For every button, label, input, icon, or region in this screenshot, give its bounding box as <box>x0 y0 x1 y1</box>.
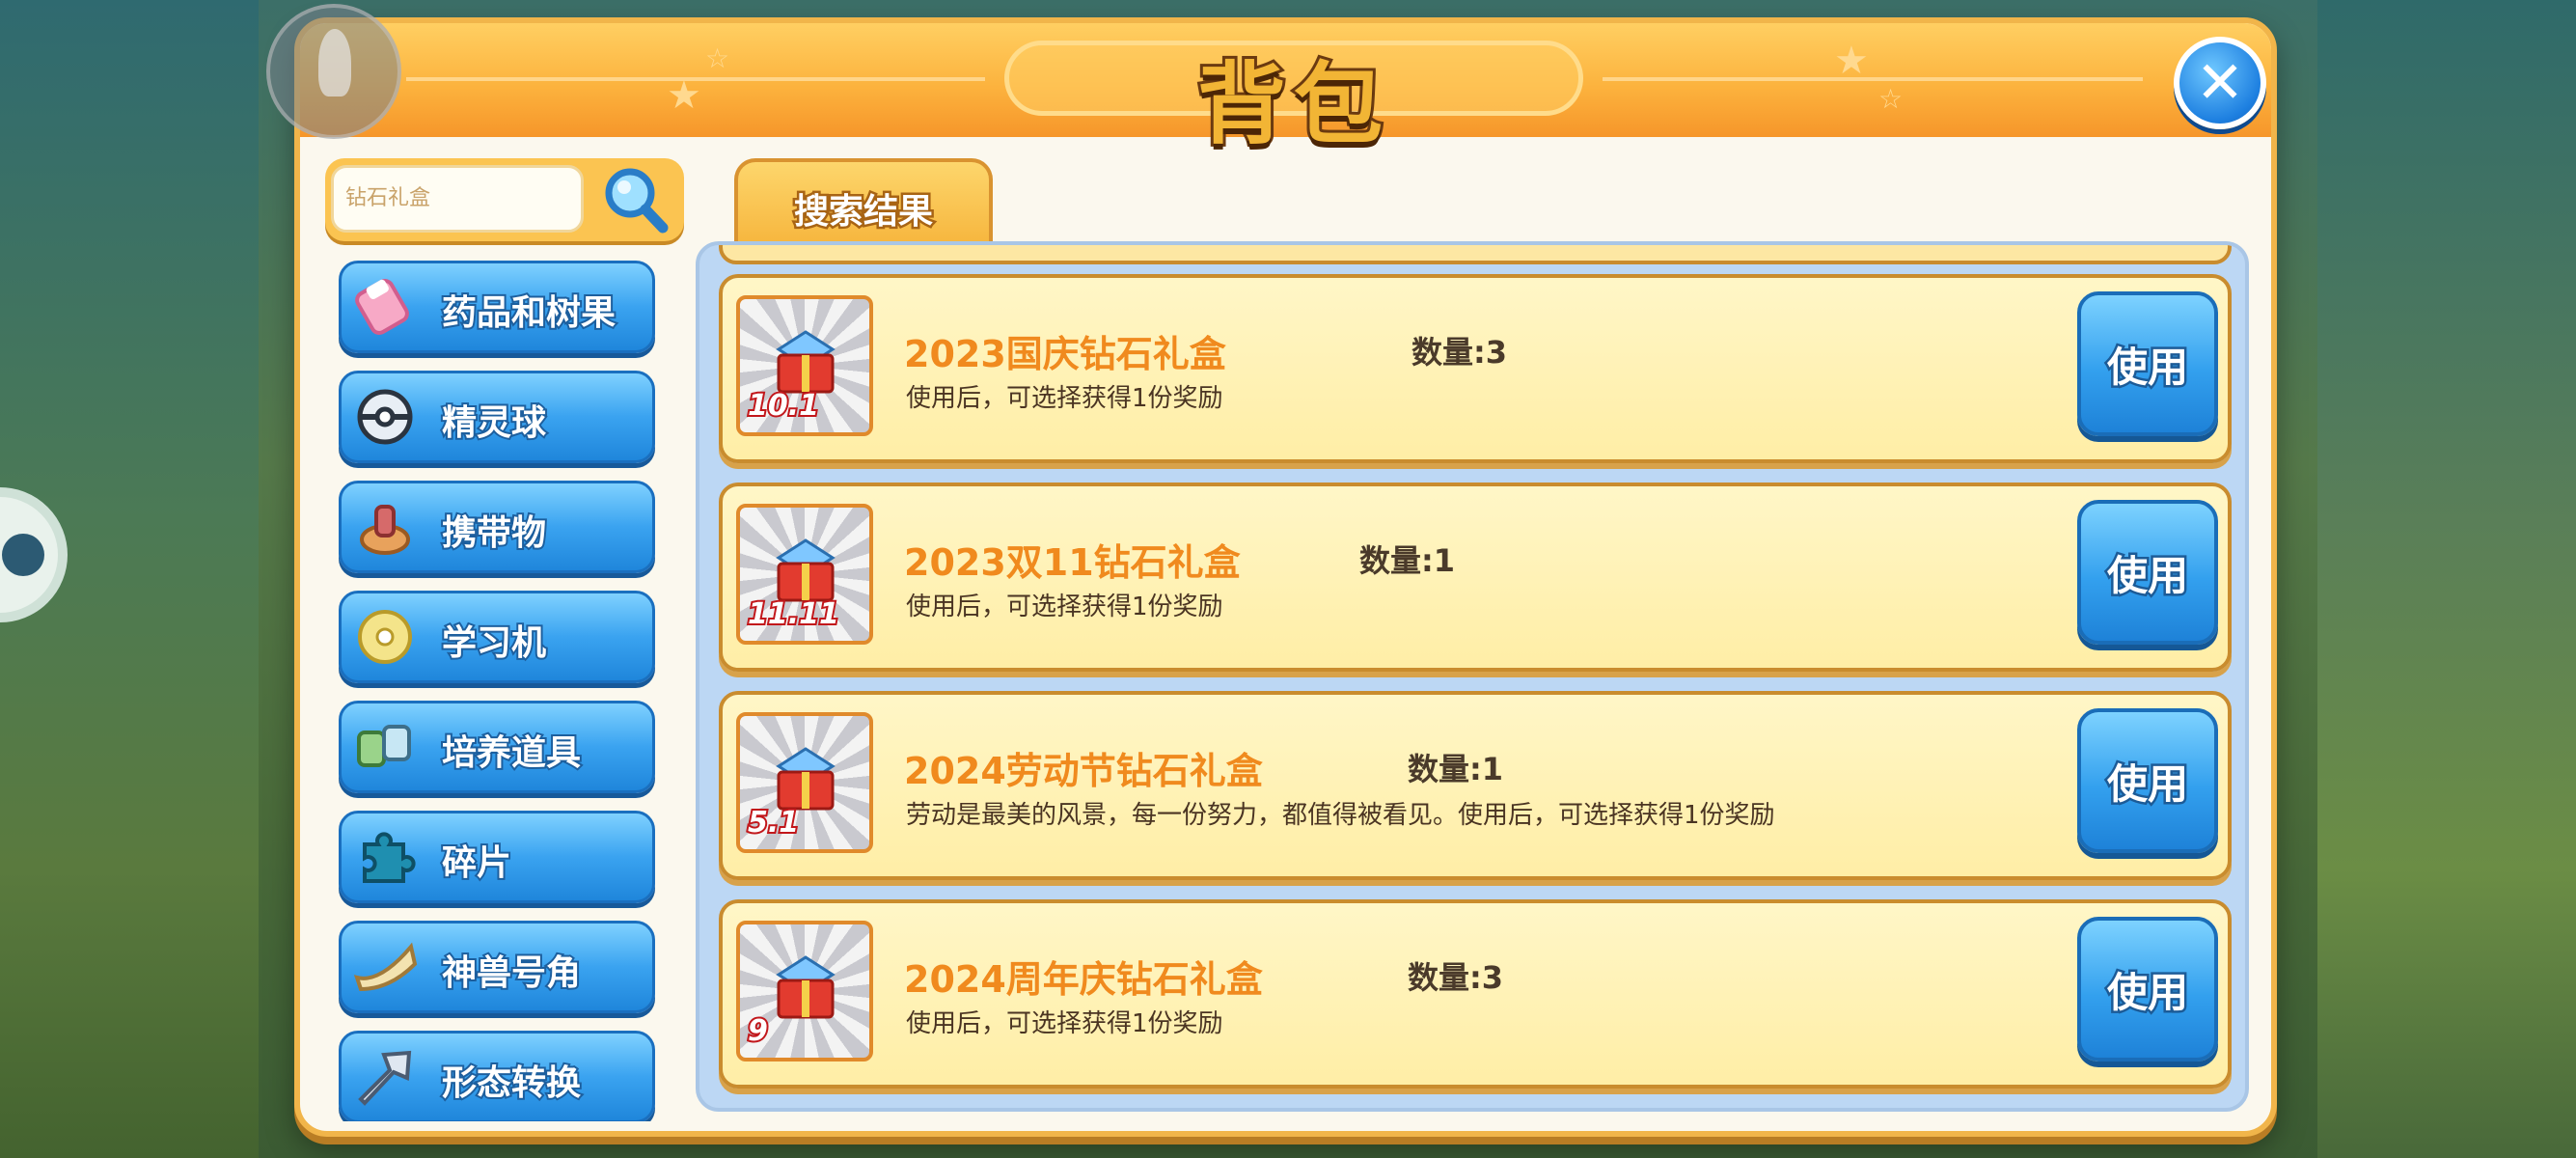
use-button-label: 使用 <box>2104 966 2190 1018</box>
item-description: 使用后，可选择获得1份奖励 <box>906 593 1223 621</box>
use-button[interactable]: 使用 <box>2077 708 2218 853</box>
sidebar-item-label: 碎片 <box>440 841 513 885</box>
use-button[interactable]: 使用 <box>2077 500 2218 645</box>
sidebar-item-label: 培养道具 <box>440 731 583 775</box>
window-title: 背包 <box>1194 50 1390 159</box>
sidebar-item-training-items[interactable]: 培养道具 <box>339 701 655 793</box>
sidebar-item-legendary-horn[interactable]: 神兽号角 <box>339 921 655 1013</box>
sidebar-item-label: 精灵球 <box>440 401 548 445</box>
bag-panel: ★ ☆ ★ ☆ 背包 ✕ 钻石礼盒 药品和树果 精灵球 携带物 学习机 培养道具… <box>266 4 2277 1137</box>
rocket-emblem-icon <box>266 4 401 139</box>
held-item-icon <box>351 495 419 559</box>
sidebar-item-tm[interactable]: 学习机 <box>339 591 655 683</box>
item-name: 2024劳动节钻石礼盒 <box>904 750 1263 792</box>
potion-icon <box>351 275 419 339</box>
search-box: 钻石礼盒 <box>325 158 684 241</box>
category-sidebar: 药品和树果 精灵球 携带物 学习机 培养道具 碎片 神兽号角 形态转换 <box>339 261 667 1121</box>
sidebar-item-label: 学习机 <box>440 621 548 665</box>
use-button[interactable]: 使用 <box>2077 291 2218 436</box>
star-decoration-icon: ★ <box>667 73 701 118</box>
title-decoration-line-right <box>1603 77 2143 81</box>
event-badge: 5.1 <box>746 804 801 841</box>
item-description: 使用后，可选择获得1份奖励 <box>906 1009 1223 1038</box>
list-item: 11.11 2023双11钻石礼盒 数量:1 使用后，可选择获得1份奖励 使用 <box>719 482 2232 672</box>
title-bar: ★ ☆ ★ ☆ 背包 <box>300 23 2271 159</box>
use-button-label: 使用 <box>2104 758 2190 810</box>
item-name: 2024周年庆钻石礼盒 <box>904 958 1263 1001</box>
item-description: 劳动是最美的风景，每一份努力，都值得被看见。使用后，可选择获得1份奖励 <box>906 801 1775 830</box>
gift-box-icon: 10.1 <box>736 295 873 436</box>
close-button[interactable]: ✕ <box>2174 37 2266 129</box>
item-name: 2023国庆钻石礼盒 <box>904 333 1226 375</box>
event-badge: 9 <box>746 1012 770 1050</box>
transform-icon <box>351 1045 419 1109</box>
sidebar-item-pokeball[interactable]: 精灵球 <box>339 371 655 463</box>
tab-search-results[interactable]: 搜索结果 <box>734 158 993 249</box>
sidebar-item-label: 形态转换 <box>440 1062 583 1105</box>
tab-label: 搜索结果 <box>791 190 935 234</box>
sidebar-item-label: 携带物 <box>440 511 548 555</box>
disc-icon <box>351 605 419 669</box>
item-quantity: 数量:1 <box>1408 751 1504 787</box>
horn-icon <box>351 935 419 999</box>
search-input[interactable]: 钻石礼盒 <box>331 165 584 233</box>
use-button[interactable]: 使用 <box>2077 917 2218 1062</box>
sidebar-item-medicine[interactable]: 药品和树果 <box>339 261 655 353</box>
star-decoration-icon: ★ <box>1834 39 1869 83</box>
sidebar-item-fragments[interactable]: 碎片 <box>339 811 655 903</box>
item-quantity: 数量:1 <box>1359 542 1456 579</box>
list-item: 10.1 2023国庆钻石礼盒 数量:3 使用后，可选择获得1份奖励 使用 <box>719 274 2232 463</box>
star-decoration-icon: ☆ <box>1878 83 1904 115</box>
list-item: 5.1 2024劳动节钻石礼盒 数量:1 劳动是最美的风景，每一份努力，都值得被… <box>719 691 2232 880</box>
training-items-icon <box>351 715 419 779</box>
sidebar-item-form-change[interactable]: 形态转换 <box>339 1031 655 1121</box>
event-badge: 10.1 <box>746 387 821 425</box>
sidebar-item-held-items[interactable]: 携带物 <box>339 481 655 573</box>
close-icon: ✕ <box>2195 49 2245 117</box>
use-button-label: 使用 <box>2104 341 2190 393</box>
list-item: 9 2024周年庆钻石礼盒 数量:3 使用后，可选择获得1份奖励 使用 <box>719 899 2232 1089</box>
item-quantity: 数量:3 <box>1408 959 1504 996</box>
game-background-right <box>2317 0 2576 1158</box>
item-description: 使用后，可选择获得1份奖励 <box>906 384 1223 413</box>
puzzle-piece-icon <box>351 825 419 889</box>
item-list[interactable]: 10.1 2023国庆钻石礼盒 数量:3 使用后，可选择获得1份奖励 使用 11… <box>696 241 2249 1112</box>
gift-box-icon: 11.11 <box>736 504 873 645</box>
event-badge: 11.11 <box>746 595 841 633</box>
use-button-label: 使用 <box>2104 549 2190 601</box>
gift-box-icon: 5.1 <box>736 712 873 853</box>
item-name: 2023双11钻石礼盒 <box>904 541 1241 584</box>
pokeball-icon <box>351 385 419 449</box>
sidebar-item-label: 药品和树果 <box>440 291 617 335</box>
sidebar-item-label: 神兽号角 <box>440 951 583 995</box>
star-decoration-icon: ☆ <box>705 42 730 74</box>
list-item-partial <box>719 245 2232 264</box>
gift-box-icon: 9 <box>736 921 873 1062</box>
item-quantity: 数量:3 <box>1411 334 1508 371</box>
magnifier-icon[interactable] <box>599 164 672 235</box>
